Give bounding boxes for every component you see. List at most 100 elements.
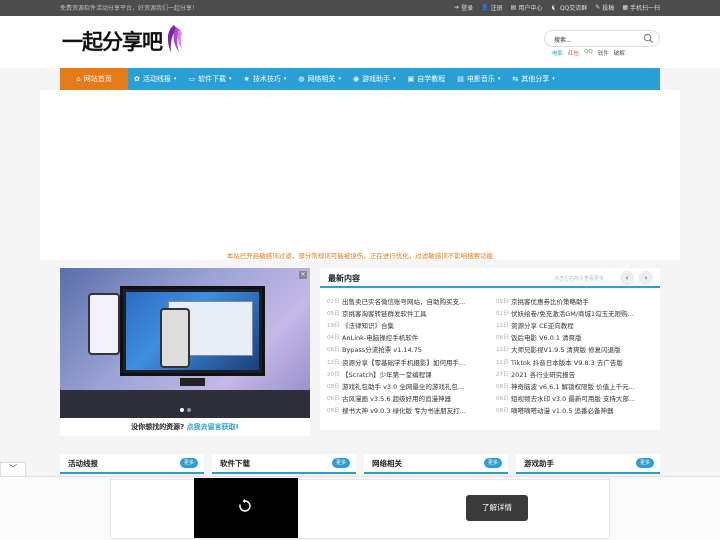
- list-item[interactable]: 08日 游戏礼包助手 v3.0 全网最全的游戏礼包...: [327, 380, 492, 392]
- item-title[interactable]: 短视频去水印 v3.0 最新可用版 支持大部...: [511, 393, 635, 403]
- register-link[interactable]: 👤 注册: [481, 3, 503, 12]
- qq-group-link[interactable]: 🐧 QQ交流群: [550, 3, 587, 12]
- list-item[interactable]: 12日 资源分享 CE逆向教程: [496, 319, 661, 331]
- phone-image: [160, 308, 190, 368]
- user-center-link[interactable]: ▤ 用户中心: [511, 3, 543, 12]
- hot-word-software[interactable]: 软件: [598, 49, 609, 57]
- item-title[interactable]: Bypass分流抢票 v1.14.75: [342, 344, 422, 354]
- list-item[interactable]: 05日 京挑客优惠券比价策略助手: [496, 295, 661, 307]
- item-title[interactable]: 游戏礼包助手 v3.0 全网最全的游戏礼包...: [342, 381, 464, 391]
- monitor-icon: ▭: [188, 75, 196, 83]
- list-item[interactable]: 12日 Tiktok 抖音日本版本 V9.8.3 去广告版: [496, 355, 661, 367]
- list-item[interactable]: 02日 伏妖绘卷/免充激活GM/商城1勾玉无限购...: [496, 307, 661, 319]
- monitor-image: [120, 286, 265, 376]
- nav-item-activities[interactable]: ✿ 活动线报 ▾: [128, 68, 182, 90]
- item-title[interactable]: 饭后电影 V6.0.1 清爽版: [511, 332, 582, 342]
- filter-notice: 本站已开启敏感词过滤，部分常规词可能被误伤，正在进行优化，过滤敏感词不影响搜索功…: [226, 252, 494, 260]
- list-item[interactable]: 05日 京挑客淘客转链群发软件工具: [327, 307, 492, 319]
- collapse-ad-icon[interactable]: ﹀: [0, 462, 26, 476]
- nav-item-home[interactable]: ⌂ 网站首页: [60, 68, 128, 90]
- home-icon: ⌂: [76, 75, 81, 83]
- slider-dot[interactable]: [179, 408, 184, 412]
- hot-word-movie[interactable]: 电影: [552, 49, 563, 57]
- submit-link[interactable]: ✎ 投稿: [595, 3, 614, 12]
- item-title[interactable]: 古风漫画 v3.5.6 超级好用的追漫神器: [342, 393, 451, 403]
- item-title[interactable]: 【Scratch】少年第一堂编程课: [342, 369, 432, 379]
- item-title[interactable]: 伏妖绘卷/免充激活GM/商城1勾玉无限购...: [511, 308, 634, 318]
- login-link[interactable]: ➔ 登录: [454, 3, 473, 12]
- list-item[interactable]: 20日 【Scratch】少年第一堂编程课: [327, 368, 492, 380]
- more-button[interactable]: 更多: [332, 458, 350, 468]
- bottom-ad-bar: [0, 476, 720, 540]
- item-title[interactable]: 资源分享 CE逆向教程: [511, 320, 574, 330]
- item-title[interactable]: AnLink-电脑操控手机软件: [342, 332, 418, 342]
- list-item[interactable]: 06日 Bypass分流抢票 v1.14.75: [327, 343, 492, 355]
- nav-item-media[interactable]: ▤ 电影音乐 ▾: [451, 68, 506, 90]
- item-date: 20日: [327, 371, 340, 378]
- featured-slider[interactable]: ×: [60, 268, 310, 418]
- hot-word-redpack[interactable]: 红包: [568, 49, 579, 57]
- list-item[interactable]: 12日 资源分享【零基础学手机摄影】如何用手...: [327, 355, 492, 367]
- item-date: 06日: [327, 395, 340, 402]
- list-item[interactable]: 06日 短视频去水印 v3.0 最新可用版 支持大部...: [496, 392, 661, 404]
- header: 一起分享吧 搜索... 电影 红包 QQ 软件 破解: [0, 16, 720, 68]
- main-nav: ⌂ 网站首页 ✿ 活动线报 ▾ ▭ 软件下载 ▾ ★ 技术技巧 ▾ ◍ 网络相关 ▾ ◉ 游戏助手 ▾…: [60, 68, 660, 90]
- flower-icon: ✿: [134, 75, 140, 83]
- nav-item-tutorials[interactable]: ▣ 自学教程: [402, 68, 452, 90]
- more-button[interactable]: 更多: [484, 458, 502, 468]
- item-title[interactable]: 出售卖已实名微信账号网站，自助购买支...: [342, 296, 465, 306]
- item-date: 27日: [496, 371, 509, 378]
- item-date: 06日: [496, 335, 509, 342]
- hot-word-qq[interactable]: QQ: [584, 49, 593, 57]
- list-item[interactable]: 19日 《法律知识》合集: [327, 319, 492, 331]
- hot-words: 电影 红包 QQ 软件 破解: [552, 49, 625, 57]
- item-title[interactable]: 搜书大神 v9.0.3 绿化版 专为书迷朋友打...: [342, 405, 466, 415]
- more-button[interactable]: 更多: [636, 458, 654, 468]
- item-title[interactable]: 神奇脑波 v6.6.1 解锁权限版 价值上千元...: [511, 381, 635, 391]
- nav-item-software[interactable]: ▭ 软件下载 ▾: [182, 68, 237, 90]
- prev-arrow-icon[interactable]: ‹: [620, 271, 634, 285]
- item-title[interactable]: 京挑客淘客转链群发软件工具: [342, 308, 427, 318]
- list-item[interactable]: 06日 神奇脑波 v6.6.1 解锁权限版 价值上千元...: [496, 380, 661, 392]
- nav-item-tech[interactable]: ★ 技术技巧 ▾: [238, 68, 293, 90]
- item-title[interactable]: 京挑客优惠券比价策略助手: [511, 296, 589, 306]
- replay-icon[interactable]: [238, 499, 252, 513]
- list-item[interactable]: 04日 AnLink-电脑操控手机软件: [327, 331, 492, 343]
- site-logo[interactable]: 一起分享吧: [62, 26, 163, 56]
- leave-message-link[interactable]: 点我去留言获取!: [187, 423, 239, 431]
- item-title[interactable]: 2021 各行业研究报告: [511, 369, 575, 379]
- list-item[interactable]: 12日 大师兄影视V1.9.5 清爽版 修复闪退版: [496, 343, 661, 355]
- category-box-games: 游戏助手 更多: [516, 454, 660, 474]
- list-item[interactable]: 06日 古风漫画 v3.5.6 超级好用的追漫神器: [327, 392, 492, 404]
- close-icon[interactable]: ×: [299, 271, 307, 279]
- next-arrow-icon[interactable]: ›: [639, 271, 653, 285]
- list-item[interactable]: 06日 嘀嗒嘀嗒动漫 v1.0.5 追番必备神器: [496, 404, 661, 416]
- more-button[interactable]: 更多: [180, 458, 198, 468]
- list-item[interactable]: 27日 2021 各行业研究报告: [496, 368, 661, 380]
- list-item[interactable]: 06日 搜书大神 v9.0.3 绿化版 专为书迷朋友打...: [327, 404, 492, 416]
- mobile-scan-link[interactable]: ▦ 手机扫一扫: [622, 3, 660, 12]
- item-date: 12日: [496, 359, 509, 366]
- search-input[interactable]: 搜索...: [544, 30, 660, 47]
- item-title[interactable]: 大师兄影视V1.9.5 清爽版 修复闪退版: [511, 344, 621, 354]
- nav-item-games[interactable]: ◉ 游戏助手 ▾: [347, 68, 402, 90]
- search-icon[interactable]: [643, 33, 654, 44]
- item-title[interactable]: Tiktok 抖音日本版本 V9.8.3 去广告版: [511, 357, 623, 367]
- category-title: 游戏助手: [524, 459, 554, 468]
- hot-word-crack[interactable]: 破解: [614, 49, 625, 57]
- item-title[interactable]: 资源分享【零基础学手机摄影】如何用手...: [342, 357, 465, 367]
- chevron-down-icon: ▾: [229, 76, 232, 82]
- qq-icon: 🐧: [550, 4, 558, 11]
- list-item[interactable]: 02日 出售卖已实名微信账号网站，自助购买支...: [327, 295, 492, 307]
- item-title[interactable]: 《法律知识》合集: [342, 320, 394, 330]
- learn-more-button[interactable]: 了解详情: [466, 495, 528, 521]
- item-title[interactable]: 嘀嗒嘀嗒动漫 v1.0.5 追番必备神器: [511, 405, 614, 415]
- nav-item-other[interactable]: ⇆ 其他分享 ▾: [506, 68, 560, 90]
- chevron-down-icon: ▾: [338, 76, 341, 82]
- top-links: ➔ 登录 👤 注册 ▤ 用户中心 🐧 QQ交流群 ✎ 投稿 ▦ 手机扫一扫: [454, 3, 660, 12]
- slider-dot[interactable]: [186, 408, 191, 412]
- list-item[interactable]: 06日 饭后电影 V6.0.1 清爽版: [496, 331, 661, 343]
- chevron-down-icon: ▾: [497, 76, 501, 82]
- nav-item-network[interactable]: ◍ 网络相关 ▾: [292, 68, 347, 90]
- find-resource-line: 没你想找的资源? 点我去留言获取!: [60, 418, 310, 436]
